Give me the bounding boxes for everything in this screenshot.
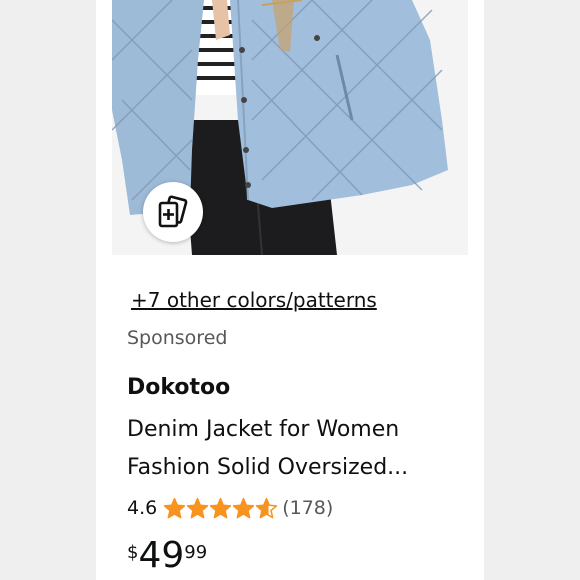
star-icon — [210, 497, 232, 518]
rating-row[interactable]: 4.6 (178) — [127, 494, 333, 522]
sponsored-label: Sponsored — [127, 327, 228, 349]
page-gutter-right — [484, 0, 580, 580]
page-gutter-left — [0, 0, 96, 580]
brand-name: Dokotoo — [127, 375, 231, 400]
view-similar-icon — [158, 195, 188, 228]
price-symbol: $ — [127, 542, 139, 563]
other-colors-link[interactable]: +7 other colors/patterns — [131, 288, 377, 312]
product-card[interactable]: +7 other colors/patterns Sponsored Dokot… — [96, 0, 484, 580]
product-title-line: Denim Jacket for Women — [127, 417, 400, 442]
product-title-line: Fashion Solid Oversized... — [127, 455, 409, 480]
rating-value: 4.6 — [127, 497, 158, 519]
price: $ 49 99 — [127, 536, 207, 576]
price-whole: 49 — [138, 535, 185, 576]
star-icon — [233, 497, 255, 518]
star-icon — [256, 497, 278, 518]
star-icon — [164, 497, 186, 518]
review-count[interactable]: (178) — [282, 497, 333, 519]
view-similar-button[interactable] — [143, 182, 203, 242]
rating-stars — [163, 497, 278, 520]
price-fraction: 99 — [184, 542, 208, 563]
product-image[interactable] — [112, 0, 468, 255]
star-icon — [187, 497, 209, 518]
product-title-link[interactable]: Denim Jacket for Women Fashion Solid Ove… — [127, 411, 447, 487]
